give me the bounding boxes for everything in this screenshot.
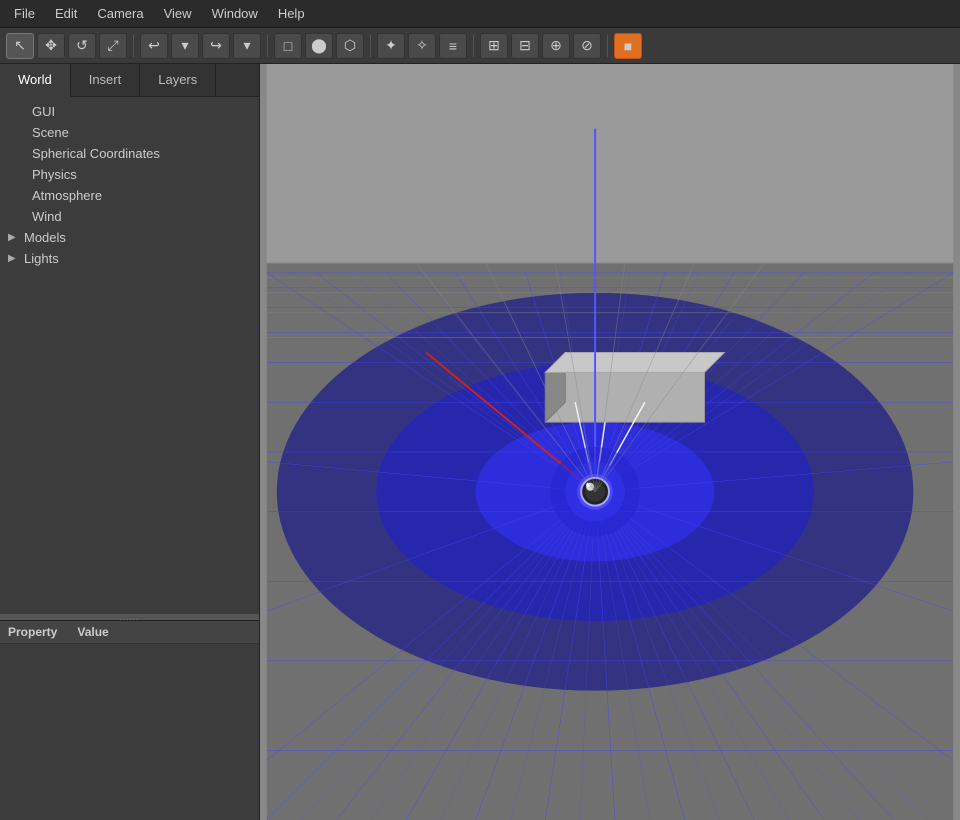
tree-physics[interactable]: Physics [0,164,259,185]
menubar: File Edit Camera View Window Help [0,0,960,28]
tree-panel: GUI Scene Spherical Coordinates Physics … [0,97,259,614]
tab-insert[interactable]: Insert [71,64,141,96]
menu-file[interactable]: File [4,4,45,23]
sep4 [473,35,474,57]
origin-btn[interactable]: ⊟ [511,33,539,59]
tree-wind[interactable]: Wind [0,206,259,227]
dir-light-btn[interactable]: ✧ [408,33,436,59]
tree-atmosphere[interactable]: Atmosphere [0,185,259,206]
property-col-header: Property [8,625,57,639]
sep3 [370,35,371,57]
menu-help[interactable]: Help [268,4,315,23]
box-btn[interactable]: □ [274,33,302,59]
grid-btn[interactable]: ⊞ [480,33,508,59]
contacts-btn[interactable]: ⊘ [573,33,601,59]
menu-edit[interactable]: Edit [45,4,87,23]
menu-window[interactable]: Window [202,4,268,23]
tree-spherical[interactable]: Spherical Coordinates [0,143,259,164]
left-panel: World Insert Layers GUI Scene Spherical … [0,64,260,820]
tree-scene[interactable]: Scene [0,122,259,143]
sep2 [267,35,268,57]
viewport[interactable]: ⏸ Real Time Factor: 0.97 Sim Time: 00 00… [260,64,960,820]
redo-btn[interactable]: ↪ [202,33,230,59]
properties-panel: Property Value [0,620,259,820]
tab-bar: World Insert Layers [0,64,259,97]
undo-dropdown-btn[interactable]: ▾ [171,33,199,59]
scene-viewport [260,64,960,820]
sep5 [607,35,608,57]
redo-dropdown-btn[interactable]: ▾ [233,33,261,59]
value-col-header: Value [77,625,108,639]
joints-btn[interactable]: ⊕ [542,33,570,59]
translate-tool-btn[interactable]: ✥ [37,33,65,59]
sep1 [133,35,134,57]
toolbar: ↖ ✥ ↺ ⤢ ↩ ▾ ↪ ▾ □ ⬤ ⬡ ✦ ✧ ≡ ⊞ ⊟ ⊕ ⊘ ■ [0,28,960,64]
tree-lights[interactable]: ▶ Lights [0,248,259,269]
select-tool-btn[interactable]: ↖ [6,33,34,59]
spot-light-btn[interactable]: ≡ [439,33,467,59]
tree-models[interactable]: ▶ Models [0,227,259,248]
properties-header: Property Value [0,621,259,644]
tree-gui[interactable]: GUI [0,101,259,122]
undo-btn[interactable]: ↩ [140,33,168,59]
sim-btn[interactable]: ■ [614,33,642,59]
menu-view[interactable]: View [154,4,202,23]
rotate-tool-btn[interactable]: ↺ [68,33,96,59]
arrow-lights: ▶ [8,253,20,264]
sphere-btn[interactable]: ⬤ [305,33,333,59]
menu-camera[interactable]: Camera [87,4,153,23]
cylinder-btn[interactable]: ⬡ [336,33,364,59]
point-light-btn[interactable]: ✦ [377,33,405,59]
arrow-models: ▶ [8,232,20,243]
tab-world[interactable]: World [0,64,71,97]
tab-layers[interactable]: Layers [140,64,216,96]
scale-tool-btn[interactable]: ⤢ [99,33,127,59]
